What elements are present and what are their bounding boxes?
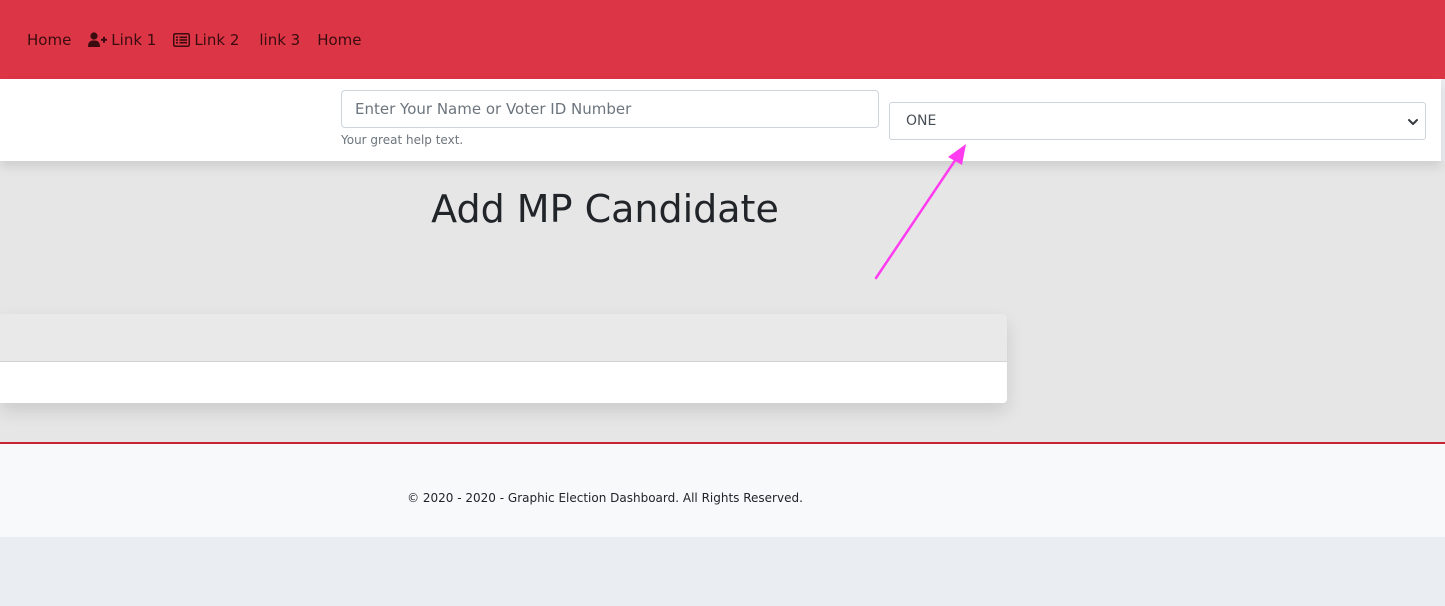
nav-item-label: Home [27,30,72,49]
voter-search-input[interactable] [341,90,879,128]
footer: © 2020 - 2020 - Graphic Election Dashboa… [0,442,1445,537]
nav-item-home[interactable]: Home [27,31,71,49]
candidate-card [0,314,1007,403]
nav-item-link-2[interactable]: Link 2 [173,31,239,49]
card-header [0,314,1007,362]
page-title: Add MP Candidate [431,187,779,231]
nav-item-home-2[interactable]: Home [317,31,361,49]
select-value: ONE [906,113,937,129]
nav-item-label: Link 1 [111,30,157,49]
list-icon [173,32,191,47]
search-bar: Your great help text. ONE [0,79,1441,161]
user-plus-icon [88,32,108,47]
copyright-text: © 2020 - 2020 - Graphic Election Dashboa… [407,491,803,505]
nav-item-link-1[interactable]: Link 1 [88,31,156,49]
chevron-down-icon [1407,116,1419,132]
main-content: Add MP Candidate [0,161,1445,442]
card-body [0,362,1007,403]
page: Home Link 1 Link 2 link 3 Home Enter You… [0,0,1445,606]
nav-item-link-3[interactable]: link 3 [259,31,300,49]
nav-item-label: Home [317,30,362,49]
top-navbar: Home Link 1 Link 2 link 3 Home [0,0,1445,79]
nav-item-label: link 3 [259,30,301,49]
constituency-select[interactable]: ONE [889,102,1426,140]
help-text: Your great help text. [341,133,464,147]
nav-item-label: Link 2 [194,30,240,49]
